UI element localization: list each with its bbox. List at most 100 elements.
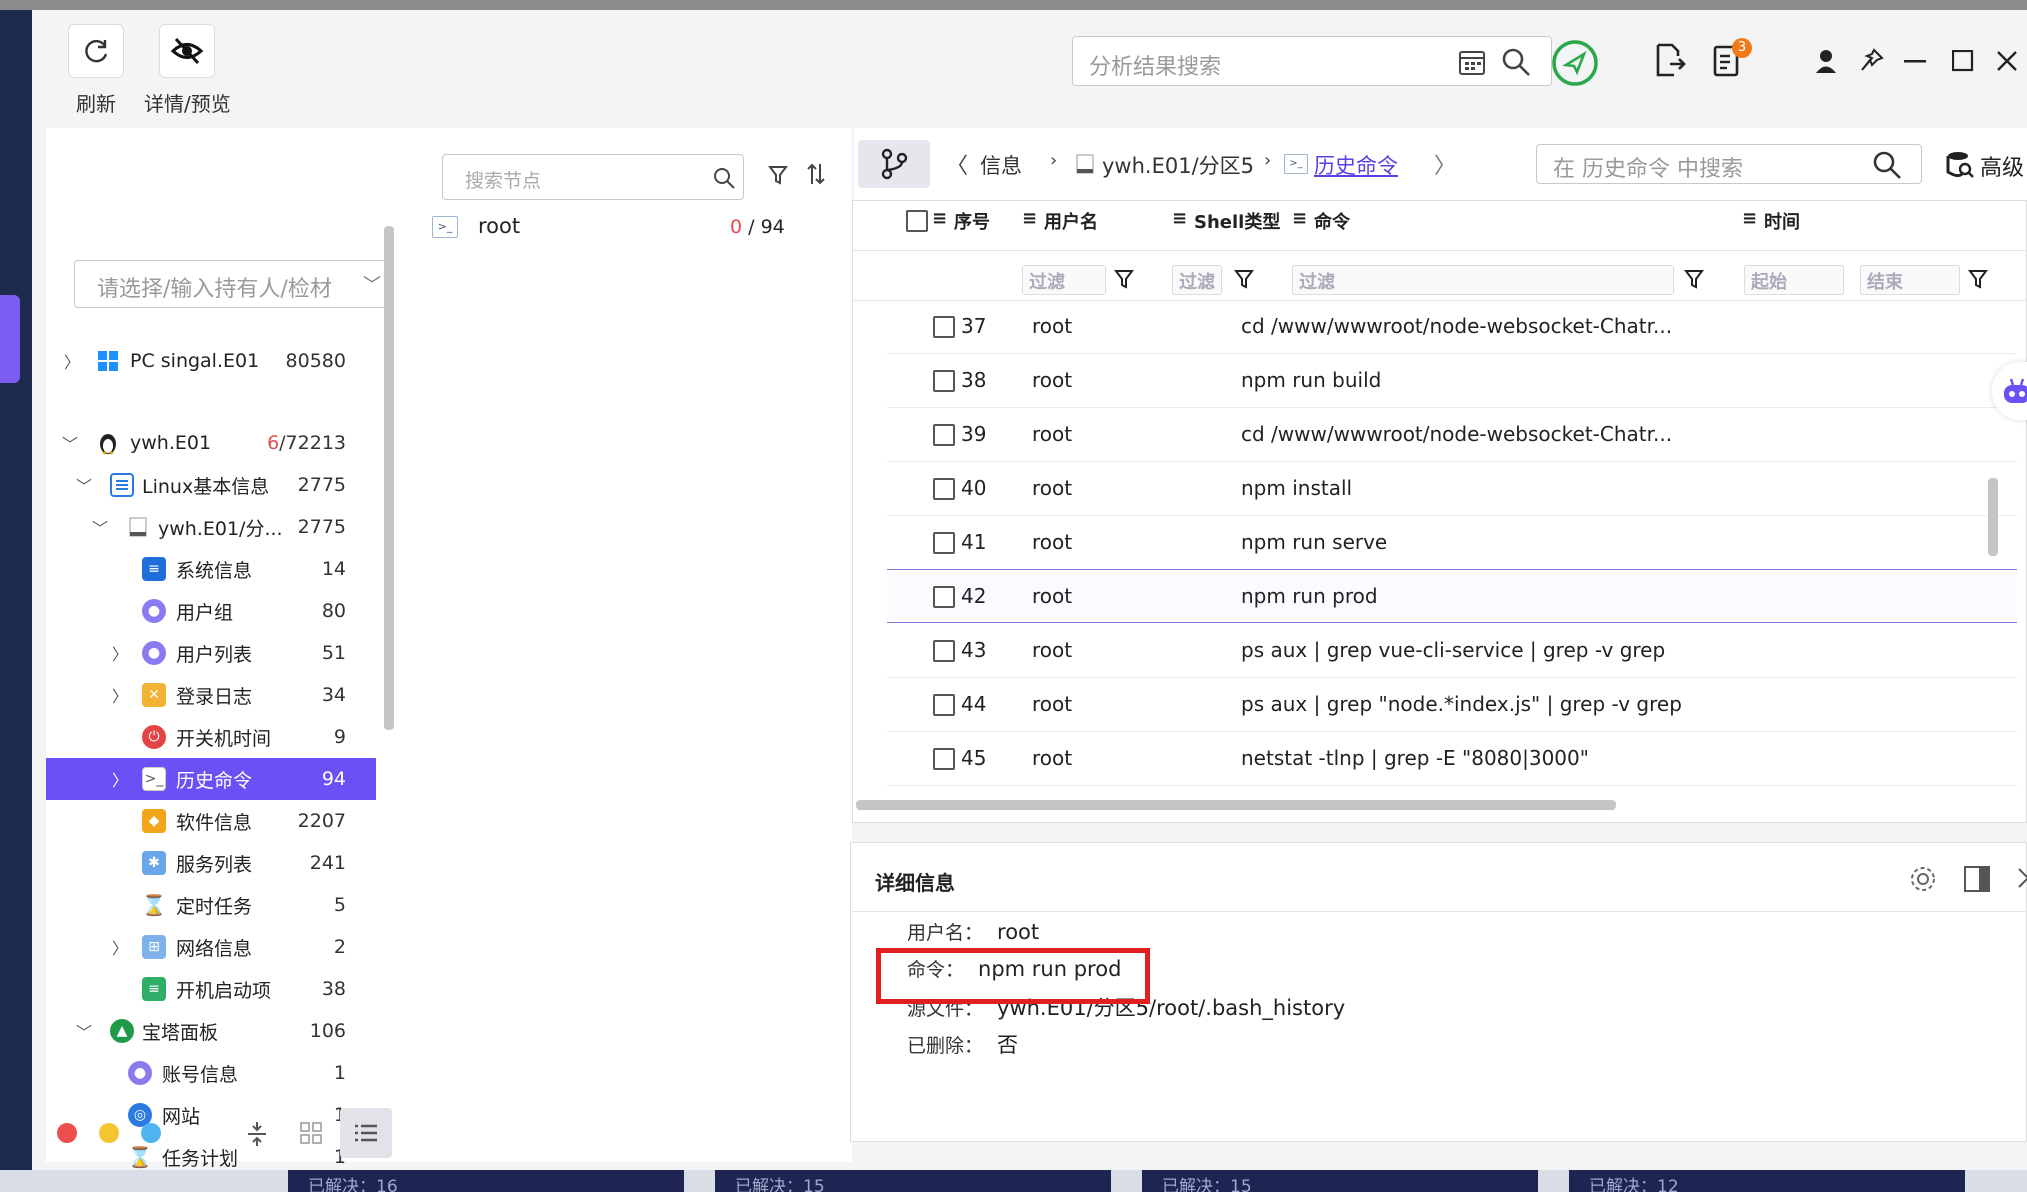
row-checkbox[interactable] [933, 478, 955, 500]
tree-label: 开关机时间 [176, 727, 272, 750]
tree-item-system-info[interactable]: ≡ 系统信息 14 [46, 548, 376, 590]
status-tile[interactable]: 已解决：15 [715, 1170, 1111, 1192]
list-view-button[interactable] [340, 1108, 392, 1158]
breadcrumb-crumb-1[interactable]: 信息 [980, 150, 1022, 180]
tree-item-user-list[interactable]: 〉 ● 用户列表 51 [46, 632, 376, 674]
tree-scrollbar[interactable] [384, 226, 394, 730]
row-checkbox[interactable] [933, 640, 955, 662]
tree-item-account[interactable]: ● 账号信息 1 [46, 1052, 376, 1094]
tree-item-pc-singal[interactable] [46, 148, 376, 190]
minimize-icon[interactable] [1904, 60, 1926, 64]
table-row[interactable]: 38 root npm run build [887, 354, 2017, 408]
status-shield-icon[interactable] [1550, 38, 1600, 88]
row-checkbox[interactable] [933, 532, 955, 554]
status-tile[interactable]: 已解决：12 [1569, 1170, 1965, 1192]
filter-input-cmd[interactable]: 过滤 [1292, 265, 1674, 295]
row-checkbox[interactable] [933, 748, 955, 770]
table-horizontal-scrollbar[interactable] [856, 800, 1616, 810]
advanced-search-icon[interactable] [1946, 150, 1974, 180]
advanced-search-label[interactable]: 高级 [1980, 150, 2024, 182]
table-row[interactable]: 44 root ps aux | grep "node.*index.js" | g… [887, 678, 2017, 732]
node-search-input[interactable]: 搜索节点 [442, 154, 744, 200]
tree-item-power-time[interactable]: ⏻ 开关机时间 9 [46, 716, 376, 758]
filter-icon[interactable] [1114, 268, 1134, 290]
select-all-checkbox[interactable] [906, 210, 928, 232]
baota-icon: ▲ [110, 1019, 134, 1043]
tree-item-history-commands[interactable]: 〉 >_ 历史命令 94 [46, 758, 376, 800]
table-row[interactable]: 37 root cd /www/wwwroot/node-websocket-Cha… [887, 300, 2017, 354]
refresh-button[interactable]: 刷新 [68, 24, 124, 117]
pin-icon[interactable] [1860, 48, 1884, 72]
table-row[interactable]: 45 root netstat -tlnp | grep -E "8080|3000… [887, 732, 2017, 786]
col-header-shell[interactable]: Shell类型 [1194, 208, 1280, 234]
row-checkbox[interactable] [933, 586, 955, 608]
analysis-search-input[interactable]: 分析结果搜索 [1072, 36, 1552, 86]
settings-gear-icon[interactable] [1909, 865, 1937, 893]
table-row[interactable]: 40 root npm install [887, 462, 2017, 516]
chevron-left-icon[interactable]: 〈 [946, 148, 968, 180]
filter-icon[interactable] [768, 164, 788, 186]
tree-item-scheduled-tasks[interactable]: ⌛ 定时任务 5 [46, 884, 376, 926]
filter-icon[interactable] [1234, 268, 1254, 290]
col-header-cmd[interactable]: 命令 [1314, 208, 1350, 234]
close-icon[interactable] [1996, 50, 2018, 72]
chevron-right-icon[interactable]: 〉 [1434, 148, 1456, 180]
table-row[interactable]: 39 root cd /www/wwwroot/node-websocket-Cha… [887, 408, 2017, 462]
tree-item-linux-basic[interactable]: ﹀ Linux基本信息 2775 [46, 464, 376, 506]
holder-evidence-select[interactable]: 请选择/输入持有人/检材 ﹀ [74, 260, 394, 308]
blue-dot-icon[interactable] [141, 1123, 161, 1143]
tree-item-ywh[interactable]: ﹀ ywh.E01 6/72213 [46, 422, 376, 464]
sort-icon[interactable] [806, 162, 826, 186]
table-row-selected[interactable]: 42 root npm run prod [887, 569, 2017, 623]
tree-item-baota[interactable]: ﹀ ▲ 宝塔面板 106 [46, 1010, 376, 1052]
close-icon[interactable] [2017, 867, 2027, 889]
tree-item-user-group[interactable]: ● 用户组 80 [46, 590, 376, 632]
table-row[interactable]: 41 root npm run serve [887, 516, 2017, 570]
filter-input-start[interactable]: 起始 [1744, 265, 1844, 295]
search-icon[interactable] [1873, 151, 1901, 179]
grid-view-icon[interactable] [300, 1122, 322, 1144]
search-icon[interactable] [1501, 47, 1531, 77]
tree-item-partition[interactable]: ﹀ ywh.E01/分... 2775 [46, 506, 376, 548]
tree-item-startup[interactable]: ≡ 开机启动项 38 [46, 968, 376, 1010]
tree-item-network[interactable]: 〉 ⊞ 网络信息 2 [46, 926, 376, 968]
search-icon[interactable] [713, 167, 735, 189]
tree-item-login-log[interactable]: 〉 ✕ 登录日志 34 [46, 674, 376, 716]
col-header-seq[interactable]: 序号 [954, 208, 990, 234]
filter-input-end[interactable]: 结束 [1860, 265, 1960, 295]
red-dot-icon[interactable] [57, 1123, 77, 1143]
status-tile[interactable]: 已解决：15 [1142, 1170, 1538, 1192]
split-panel-icon[interactable] [1963, 865, 1991, 893]
node-item-root[interactable]: >_ root 0 / 94 [432, 208, 842, 248]
branch-button[interactable] [858, 140, 930, 188]
filter-icon[interactable] [1968, 268, 1988, 290]
history-search-input[interactable]: 在 历史命令 中搜索 [1536, 144, 1922, 184]
user-icon[interactable] [1814, 48, 1838, 74]
table-row[interactable]: 43 root ps aux | grep vue-cli-service | gr… [887, 624, 2017, 678]
tree-item-website[interactable]: ◎ 网站 1 [46, 1094, 376, 1136]
tree-item-software[interactable]: ◆ 软件信息 2207 [46, 800, 376, 842]
chevron-down-icon: ﹀ [92, 519, 109, 538]
col-header-user[interactable]: 用户名 [1044, 208, 1098, 234]
yellow-dot-icon[interactable] [99, 1123, 119, 1143]
status-tile[interactable]: 已解决：16 [288, 1170, 684, 1192]
filter-input-user[interactable]: 过滤 [1022, 265, 1106, 295]
maximize-icon[interactable] [1952, 50, 1974, 72]
row-checkbox[interactable] [933, 424, 955, 446]
row-checkbox[interactable] [933, 316, 955, 338]
filter-input-shell[interactable]: 过滤 [1172, 265, 1222, 295]
tree-label: Linux基本信息 [142, 475, 270, 498]
export-icon[interactable] [1654, 42, 1686, 78]
table-vertical-scrollbar[interactable] [1988, 478, 1998, 556]
detail-preview-button[interactable]: 详情/预览 [144, 24, 231, 117]
breadcrumb-crumb-3[interactable]: 历史命令 [1314, 150, 1398, 180]
row-checkbox[interactable] [933, 370, 955, 392]
collapse-icon[interactable] [246, 1120, 268, 1148]
row-checkbox[interactable] [933, 694, 955, 716]
calendar-icon[interactable] [1457, 47, 1487, 77]
col-header-time[interactable]: 时间 [1764, 208, 1800, 234]
breadcrumb-crumb-2[interactable]: ywh.E01/分区5 [1102, 150, 1254, 180]
tree-item-services[interactable]: ✱ 服务列表 241 [46, 842, 376, 884]
filter-icon[interactable] [1684, 268, 1704, 290]
tree-item-pc-singal[interactable]: 〉 PC singal.E01 80580 [46, 340, 376, 382]
